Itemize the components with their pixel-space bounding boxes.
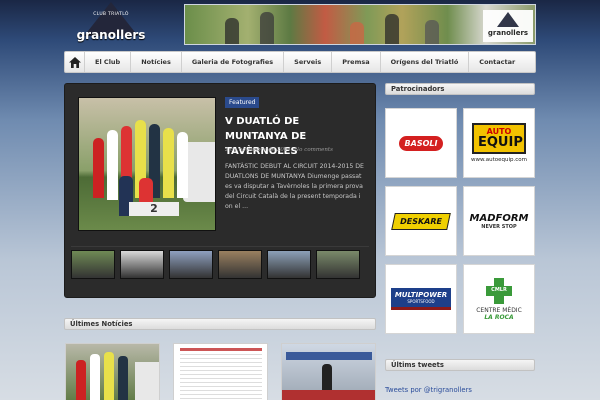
featured-badge: Featured [225, 97, 260, 108]
main-nav: El Club Notícies Galeria de Fotografies … [64, 51, 536, 73]
autoequip-logo: AUTO EQUIP [472, 123, 526, 154]
slider-thumbnails [71, 246, 369, 282]
multipower-logo: MULTIPOWER SPORTSFOOD [391, 288, 451, 310]
slider-thumbnail[interactable] [267, 250, 311, 279]
sponsor-multipower[interactable]: MULTIPOWER SPORTSFOOD [385, 264, 457, 334]
banner-logo-text: granollers [487, 29, 529, 37]
sponsor-autoequip[interactable]: AUTO EQUIP www.autoequip.com [463, 108, 535, 178]
multipower-tag: SPORTSFOOD [407, 299, 435, 304]
sponsor-basoli-text: BASOLI [398, 135, 444, 151]
tweets-link[interactable]: Tweets por @trigranollers [385, 386, 472, 394]
featured-date: 2 de novembre de 2014, No comments [225, 147, 333, 153]
nav-item-galeria[interactable]: Galeria de Fotografies [182, 52, 285, 72]
sponsor-deskare[interactable]: DESKARE [385, 186, 457, 256]
nav-item-serveis[interactable]: Serveis [284, 52, 333, 72]
nav-item-noticies[interactable]: Notícies [131, 52, 182, 72]
podium-number: 2 [129, 202, 179, 216]
slider-thumbnail[interactable] [169, 250, 213, 279]
slider-thumbnail[interactable] [120, 250, 164, 279]
tweets-heading: Últims tweets [385, 359, 535, 371]
autoequip-url: www.autoequip.com [471, 157, 527, 163]
featured-photo[interactable]: 2 [78, 97, 216, 231]
cmlr-text: CMLR [491, 286, 507, 293]
logo-name-text: granollers [76, 28, 146, 42]
header-banner-image: granollers [184, 4, 536, 45]
home-button[interactable] [65, 52, 85, 72]
nav-item-premsa[interactable]: Premsa [332, 52, 381, 72]
multipower-text: MULTIPOWER [394, 291, 448, 299]
centre-medic-tag: LA ROCA [484, 313, 514, 321]
home-icon [68, 56, 81, 68]
logo-club-text: CLUB TRIATLÓ [93, 12, 129, 17]
sponsors-heading: Patrocinadors [385, 83, 535, 95]
featured-excerpt: FANTÀSTIC DEBUT AL CIRCUIT 2014-2015 DE … [225, 163, 364, 210]
latest-news-heading: Últimes Notícies [64, 318, 376, 330]
sponsor-basoli[interactable]: BASOLI [385, 108, 457, 178]
nav-item-el-club[interactable]: El Club [85, 52, 132, 72]
sponsor-deskare-text: DESKARE [391, 212, 451, 230]
club-logo[interactable]: CLUB TRIATLÓ granollers [72, 2, 150, 46]
madform-tag: NEVER STOP [481, 223, 517, 230]
nav-item-contactar[interactable]: Contactar [469, 52, 525, 72]
news-card-2[interactable] [173, 343, 268, 400]
autoequip-equip: EQUIP [478, 135, 523, 150]
slider-thumbnail[interactable] [71, 250, 115, 279]
centre-medic-label: CENTRE MÈDIC [476, 306, 522, 314]
slider-thumbnail[interactable] [218, 250, 262, 279]
nav-item-origens[interactable]: Orígens del Triatló [381, 52, 470, 72]
news-card-3[interactable] [281, 343, 376, 400]
sponsor-centre-medic[interactable]: CMLR CENTRE MÈDIC LA ROCA [463, 264, 535, 334]
slider-thumbnail[interactable] [316, 250, 360, 279]
featured-slider: 2 Featured V DUATLÓ DE MUNTANYA DE TAVÈR… [64, 83, 376, 298]
sponsor-madform[interactable]: MADFORM NEVER STOP [463, 186, 535, 256]
medical-cross-icon: CMLR [486, 277, 512, 304]
news-card-1[interactable] [65, 343, 160, 400]
madform-text: MADFORM [469, 212, 529, 224]
banner-logo: granollers [483, 10, 533, 42]
